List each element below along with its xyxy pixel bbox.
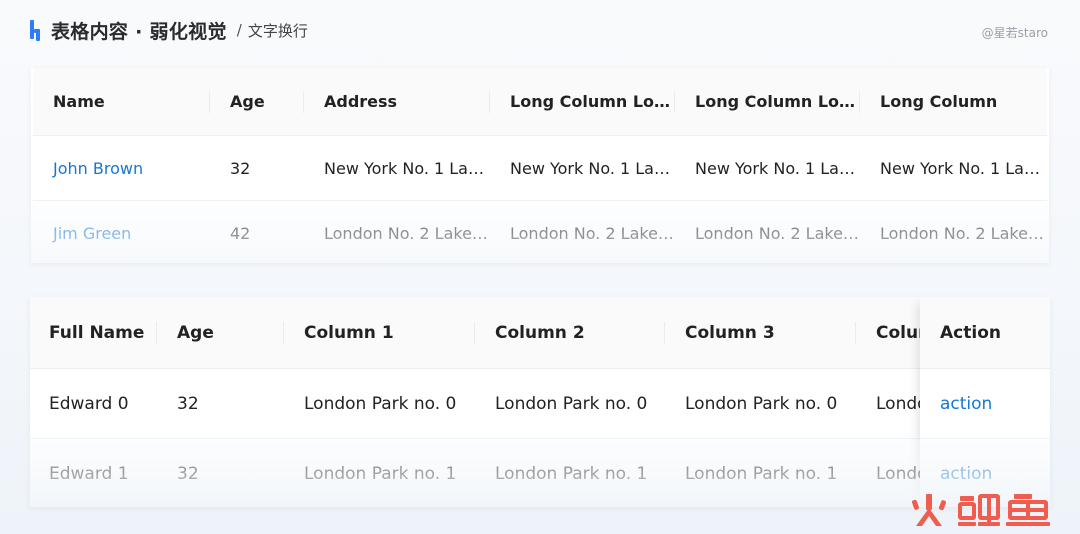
- name-link[interactable]: John Brown: [33, 135, 210, 201]
- table-cell: London Park no. 0: [475, 368, 665, 439]
- column-header-long-3[interactable]: Long Column: [860, 68, 1047, 136]
- column-header-action: Action: [920, 297, 1050, 369]
- column-header-name[interactable]: Name: [33, 68, 210, 136]
- title-separator: /: [236, 21, 242, 39]
- table-row: Edward 1 32 London Park no. 1 London Par…: [30, 438, 1050, 507]
- table-cell: New York No. 1 Lake Park: [304, 135, 490, 201]
- title-accent-icon: [30, 19, 42, 41]
- action-link[interactable]: action: [920, 369, 1050, 439]
- table-cell: Edward 0: [30, 368, 157, 439]
- table-cell: New York No. 1 Lake Park: [860, 135, 1047, 201]
- brand-logo-icon: [911, 494, 1050, 526]
- column-header-long-1[interactable]: Long Column Long Column: [490, 68, 675, 136]
- column-header-column-3[interactable]: Column 3: [665, 297, 856, 369]
- page-subtitle: 文字换行: [247, 21, 308, 40]
- column-header-long-2[interactable]: Long Column Long Column: [675, 68, 860, 136]
- column-header-age[interactable]: Age: [210, 68, 304, 136]
- table-cell: London No. 2 Lake Park: [304, 200, 490, 263]
- column-header-column-2[interactable]: Column 2: [475, 297, 665, 369]
- brand-logo: [910, 492, 1056, 528]
- table-cell: London No. 2 Lake Park: [860, 200, 1047, 263]
- table-header-row: Name Age Address Long Column Long Column…: [33, 68, 1047, 136]
- column-header-full-name[interactable]: Full Name: [30, 297, 157, 369]
- author-handle: @星若staro: [981, 26, 1048, 40]
- fixed-action-column: Action action action: [920, 297, 1050, 507]
- table-cell: London No. 2 Lake Park: [490, 200, 675, 263]
- page-title: 表格内容 · 弱化视觉: [51, 20, 227, 43]
- table-cell: Edward 1: [30, 438, 157, 507]
- data-table: Name Age Address Long Column Long Column…: [33, 68, 1047, 263]
- table-cell: London Park no. 0: [284, 368, 475, 439]
- table-cell: 32: [210, 135, 304, 201]
- table-ellipsis-demo: Name Age Address Long Column Long Column…: [31, 68, 1049, 263]
- table-row: John Brown 32 New York No. 1 Lake Park N…: [33, 135, 1047, 201]
- table-row: Edward 0 32 London Park no. 0 London Par…: [30, 368, 1050, 439]
- table-cell: London Park no. 1: [284, 438, 475, 507]
- table-cell: 32: [157, 438, 284, 507]
- table-cell: New York No. 1 Lake Park: [675, 135, 860, 201]
- table-cell: London Park no. 1: [665, 438, 856, 507]
- table-cell: 42: [210, 200, 304, 263]
- column-header-age[interactable]: Age: [157, 297, 284, 369]
- name-link[interactable]: Jim Green: [33, 200, 210, 263]
- data-table: Full Name Age Column 1 Column 2 Column 3…: [30, 297, 1050, 507]
- column-header-address[interactable]: Address: [304, 68, 490, 136]
- table-row: Jim Green 42 London No. 2 Lake Park Lond…: [33, 200, 1047, 263]
- table-header-row: Full Name Age Column 1 Column 2 Column 3…: [30, 297, 1050, 369]
- page-header: 表格内容 · 弱化视觉 / 文字换行: [30, 16, 308, 44]
- table-cell: London Park no. 1: [475, 438, 665, 507]
- table-cell: London Park no. 0: [665, 368, 856, 439]
- table-fixed-column-demo: Full Name Age Column 1 Column 2 Column 3…: [30, 297, 1050, 507]
- table-cell: 32: [157, 368, 284, 439]
- table-cell: London No. 2 Lake Park: [675, 200, 860, 263]
- column-header-column-1[interactable]: Column 1: [284, 297, 475, 369]
- table-cell: New York No. 1 Lake Park: [490, 135, 675, 201]
